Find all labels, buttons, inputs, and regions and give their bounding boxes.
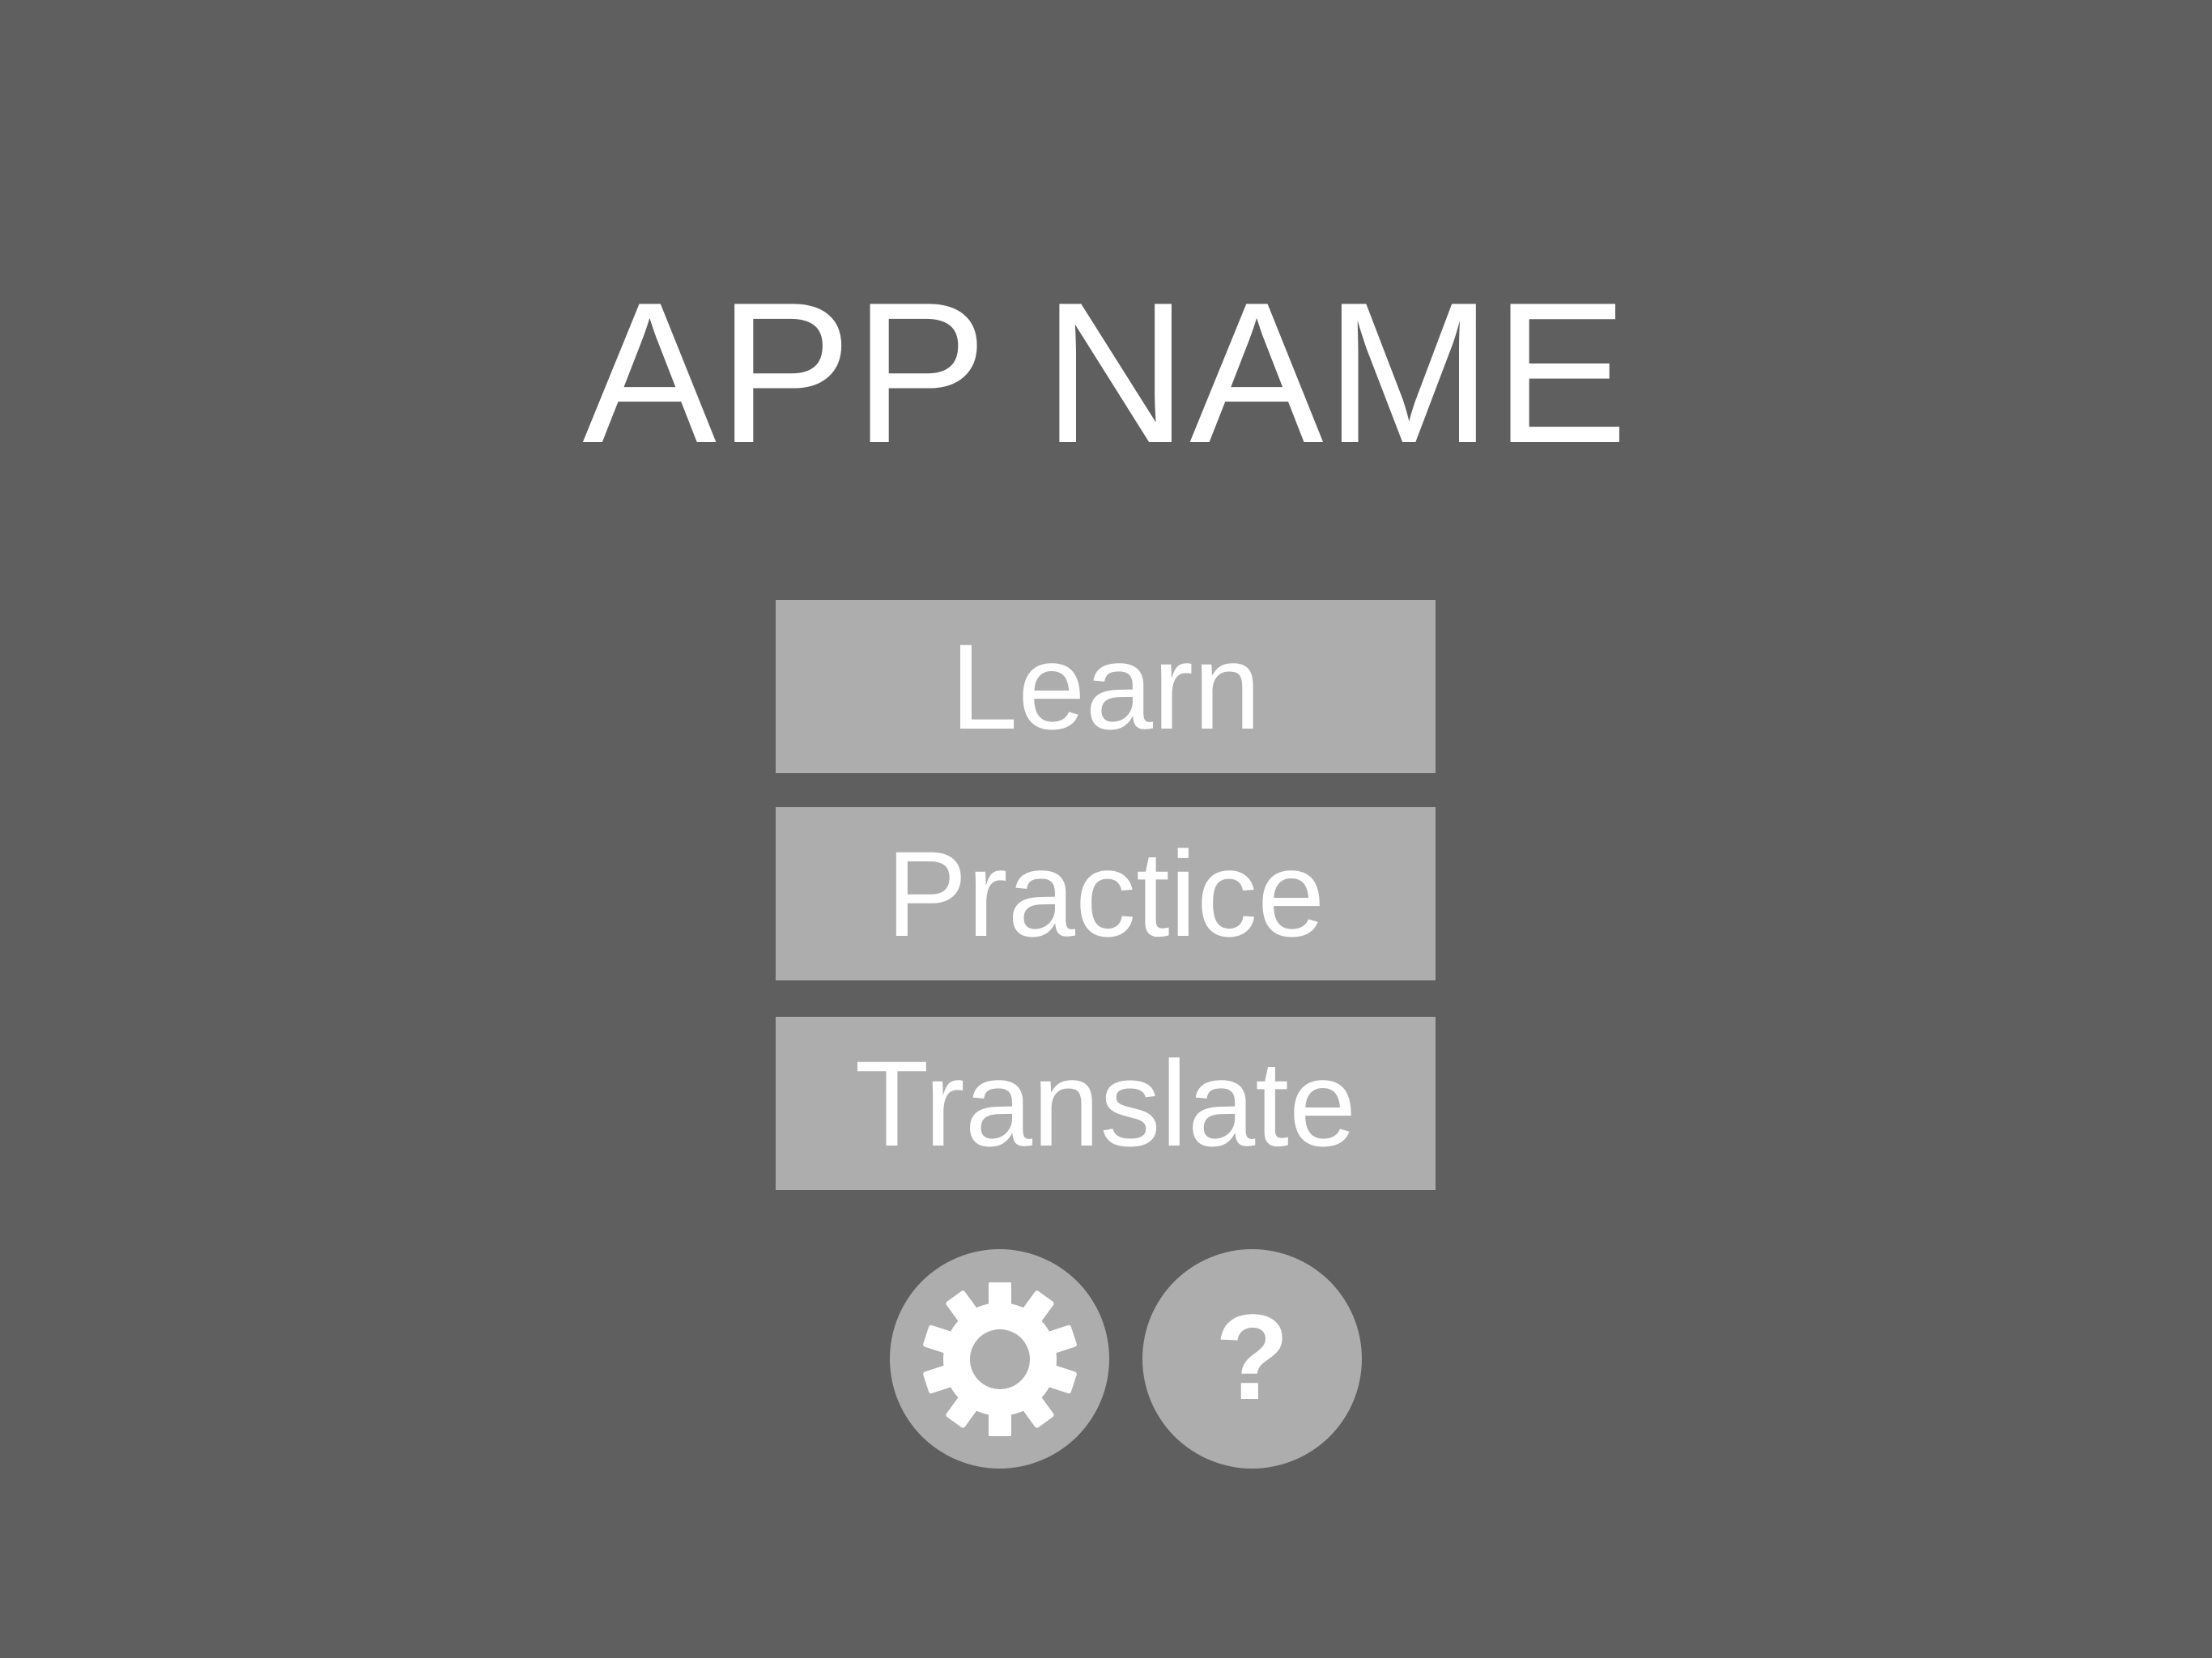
- practice-button[interactable]: Practice: [776, 807, 1436, 980]
- gear-icon: [922, 1282, 1077, 1436]
- settings-button[interactable]: [890, 1249, 1109, 1469]
- help-button[interactable]: ?: [1142, 1249, 1362, 1469]
- translate-button[interactable]: Translate: [776, 1017, 1436, 1190]
- app-title: APP NAME: [582, 260, 1630, 485]
- learn-button[interactable]: Learn: [776, 600, 1436, 773]
- help-icon: ?: [1214, 1288, 1290, 1425]
